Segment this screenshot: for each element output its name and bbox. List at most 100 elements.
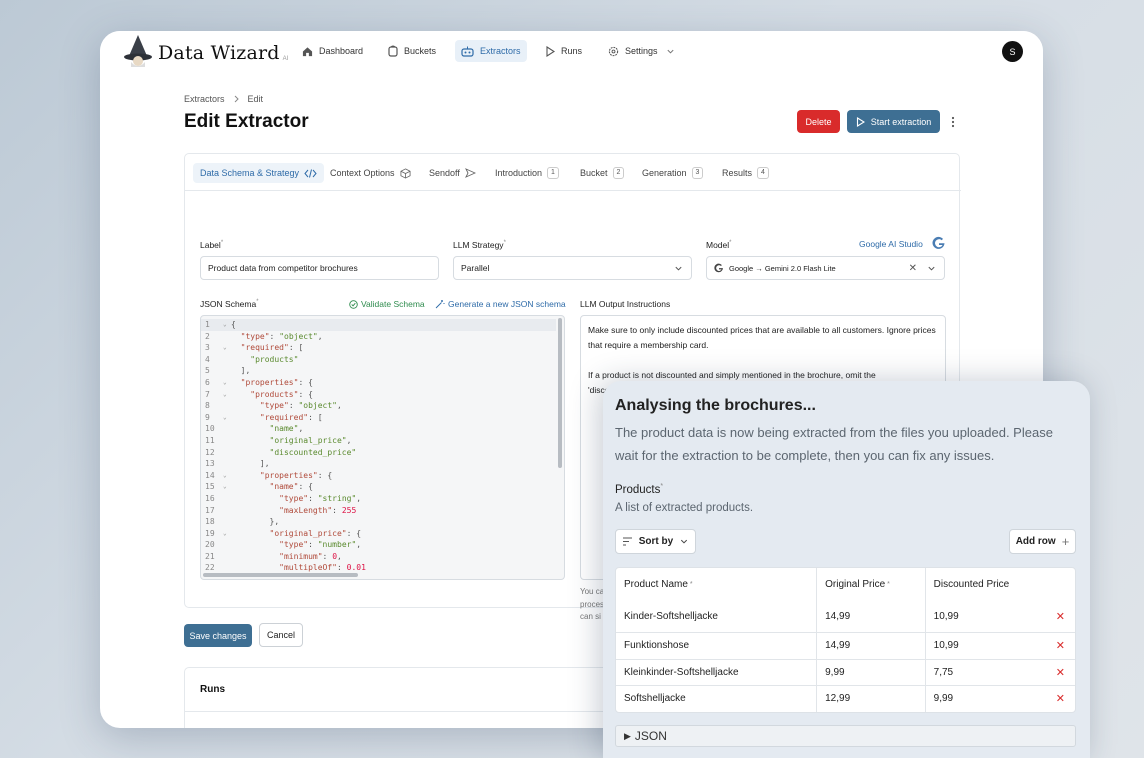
add-row-button[interactable]: Add row + [1009, 529, 1076, 554]
code-line: 4 "products" [201, 354, 556, 366]
code-line: 1 ⌄{ [201, 319, 556, 331]
nav-runs[interactable]: Runs [545, 42, 582, 60]
code-text: "properties": { [259, 470, 333, 480]
model-select-value: Google → Gemini 2.0 Flash Lite [729, 263, 836, 273]
nav-extractors[interactable]: Extractors [455, 40, 527, 62]
line-number: 3 [205, 343, 210, 353]
tab-results[interactable]: Results 4 [722, 163, 769, 183]
cancel-button[interactable]: Cancel [259, 623, 303, 647]
original-price-cell[interactable]: 12,99 [817, 686, 926, 712]
sort-by-button[interactable]: Sort by [615, 529, 696, 554]
code-text: ], [259, 459, 270, 469]
send-icon [464, 168, 476, 178]
fold-icon[interactable]: ⌄ [223, 319, 231, 331]
discounted-price-cell[interactable]: 10,99 ✕ [926, 633, 1075, 659]
play-icon [546, 45, 555, 57]
line-number: 20 [205, 540, 215, 550]
code-line: 9 ⌄ "required": [ [201, 412, 556, 424]
code-line: 15 ⌄ "name": { [201, 481, 556, 493]
strategy-select[interactable]: Parallel [453, 256, 692, 280]
fold-gutter [223, 551, 231, 563]
product-name-cell[interactable]: Softshelljacke [616, 686, 818, 712]
delete-button[interactable]: Delete [797, 110, 840, 133]
code-text: "type": "object", [259, 401, 342, 411]
plus-icon: + [1061, 534, 1070, 549]
breadcrumb-extractors[interactable]: Extractors [184, 94, 225, 104]
code-text: "properties": { [240, 377, 313, 387]
tab-introduction-label: Introduction [495, 168, 543, 178]
product-name-cell[interactable]: Funktionshose [616, 633, 818, 659]
fold-gutter [223, 400, 231, 412]
delete-row-icon[interactable]: ✕ [1056, 610, 1065, 623]
chevron-down-icon [681, 539, 688, 544]
vertical-scrollbar[interactable] [558, 318, 562, 468]
clear-icon[interactable]: ✕ [909, 263, 917, 274]
save-changes-button[interactable]: Save changes [184, 624, 252, 647]
tab-generation-label: Generation [642, 168, 687, 178]
fold-icon[interactable]: ⌄ [223, 470, 231, 482]
original-price-cell[interactable]: 14,99 [817, 600, 926, 632]
tab-data-schema[interactable]: Data Schema & Strategy [193, 163, 325, 183]
fold-icon[interactable]: ⌄ [223, 481, 231, 493]
model-provider-link[interactable]: Google AI Studio [859, 239, 923, 249]
code-text: "products": { [250, 389, 313, 399]
tab-context-options[interactable]: Context Options [330, 163, 411, 183]
fold-icon[interactable]: ⌄ [223, 528, 231, 540]
model-field-label: Model* [706, 240, 732, 250]
model-select[interactable]: Google → Gemini 2.0 Flash Lite ✕ [706, 256, 945, 280]
original-price-cell[interactable]: 14,99 [817, 633, 926, 659]
original-price-cell[interactable]: 9,99 [817, 659, 926, 685]
fold-gutter [223, 447, 231, 459]
fold-icon[interactable]: ⌄ [223, 389, 231, 401]
column-product-name[interactable]: Product Name * [616, 568, 818, 600]
output-text-paragraph-1: Make sure to only include discounted pri… [588, 325, 936, 350]
discounted-price-cell[interactable]: 7,75 ✕ [926, 660, 1075, 686]
fold-icon[interactable]: ⌄ [223, 412, 231, 424]
more-options-icon[interactable] [949, 115, 957, 129]
logo[interactable]: Data Wizard AI [122, 34, 288, 68]
generate-schema-button[interactable]: Generate a new JSON schema [435, 299, 566, 309]
json-schema-editor[interactable]: 1 ⌄{2 "type": "object", 3 ⌄ "required": [4 … [200, 315, 565, 580]
line-number: 6 [205, 377, 210, 387]
code-line: 11 "original_price", [201, 435, 556, 447]
cell-text: Softshelljacke [624, 693, 686, 705]
tab-generation[interactable]: Generation 3 [642, 163, 704, 183]
products-description: A list of extracted products. [615, 502, 754, 514]
json-disclosure[interactable]: ▶ JSON [615, 725, 1076, 747]
line-number: 5 [205, 366, 210, 376]
nav-settings[interactable]: Settings [608, 42, 675, 60]
column-original-price[interactable]: Original Price * [817, 568, 926, 600]
tab-bucket[interactable]: Bucket 2 [580, 163, 625, 183]
code-text: { [231, 320, 236, 329]
discounted-price-cell[interactable]: 9,99 ✕ [926, 686, 1075, 712]
fold-gutter [223, 539, 231, 551]
products-table: Product Name * Original Price * Discounted… [615, 567, 1076, 713]
fold-icon[interactable]: ⌄ [223, 342, 231, 354]
validate-schema-button[interactable]: Validate Schema [349, 299, 425, 309]
product-name-cell[interactable]: Kleinkinder-Softshelljacke [616, 659, 818, 685]
code-text: "required": [ [240, 343, 304, 353]
line-number: 21 [205, 551, 215, 561]
label-input[interactable]: Product data from competitor brochures [200, 256, 439, 280]
fold-icon[interactable]: ⌄ [223, 377, 231, 389]
avatar[interactable]: S [1002, 41, 1023, 62]
column-discounted-price[interactable]: Discounted Price [926, 568, 1075, 600]
code-line: 6 ⌄ "properties": { [201, 377, 556, 389]
nav-settings-label: Settings [625, 46, 658, 56]
delete-row-icon[interactable]: ✕ [1056, 692, 1065, 705]
start-extraction-button[interactable]: Start extraction [847, 110, 940, 133]
code-line: 17 "maxLength": 255 [201, 505, 556, 517]
tab-sendoff[interactable]: Sendoff [429, 163, 476, 183]
nav-dashboard[interactable]: Dashboard [302, 42, 363, 60]
tab-introduction[interactable]: Introduction 1 [495, 163, 559, 183]
code-text: "maxLength": 255 [279, 505, 357, 515]
horizontal-scrollbar[interactable] [203, 573, 358, 577]
product-name-cell[interactable]: Kinder-Softshelljacke [616, 600, 818, 632]
delete-row-icon[interactable]: ✕ [1056, 639, 1065, 652]
line-number: 9 [205, 412, 210, 422]
delete-row-icon[interactable]: ✕ [1056, 666, 1065, 679]
code-line: 18 }, [201, 516, 556, 528]
tab-results-label: Results [722, 168, 753, 178]
discounted-price-cell[interactable]: 10,99 ✕ [926, 600, 1075, 632]
nav-buckets[interactable]: Buckets [388, 42, 436, 60]
